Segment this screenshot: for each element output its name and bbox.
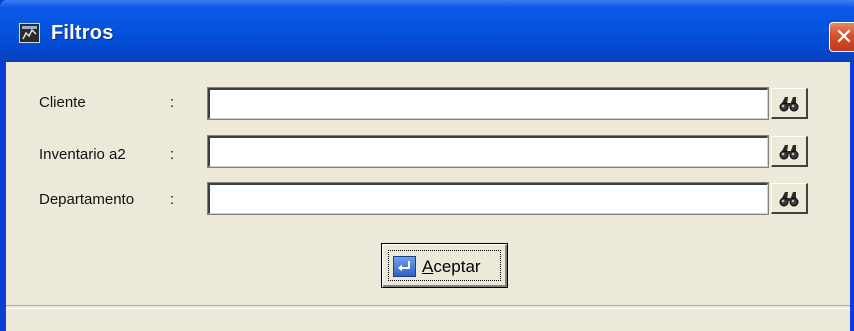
aceptar-mnemonic: A xyxy=(422,257,434,276)
inventario-lookup-button[interactable] xyxy=(771,136,808,167)
departamento-input[interactable] xyxy=(207,182,769,215)
cliente-label: Cliente xyxy=(39,94,86,111)
title-bar[interactable]: Filtros ✕ xyxy=(0,0,854,62)
bottom-divider xyxy=(6,305,850,309)
inventario-label: Inventario a2 xyxy=(39,146,126,163)
binoculars-search-icon xyxy=(779,145,799,160)
enter-key-icon xyxy=(393,256,416,277)
window-title: Filtros xyxy=(51,22,114,44)
departamento-colon: : xyxy=(170,191,175,208)
aceptar-label: Aceptar xyxy=(422,257,481,277)
close-icon: ✕ xyxy=(834,24,854,49)
filter-dialog-window: Filtros ✕ Cliente : Inventario a2 : Depa… xyxy=(0,0,854,331)
cliente-lookup-button[interactable] xyxy=(771,88,808,119)
aceptar-button[interactable]: Aceptar xyxy=(381,243,508,288)
aceptar-label-rest: ceptar xyxy=(433,257,481,276)
cliente-input[interactable] xyxy=(207,87,769,120)
window-app-icon[interactable] xyxy=(19,23,40,43)
cliente-colon: : xyxy=(170,94,175,111)
binoculars-search-icon xyxy=(779,97,799,112)
inventario-colon: : xyxy=(170,146,175,163)
binoculars-search-icon xyxy=(779,192,799,207)
inventario-input[interactable] xyxy=(207,135,769,168)
departamento-lookup-button[interactable] xyxy=(771,183,808,214)
departamento-label: Departamento xyxy=(39,191,135,208)
close-button[interactable]: ✕ xyxy=(829,22,854,52)
